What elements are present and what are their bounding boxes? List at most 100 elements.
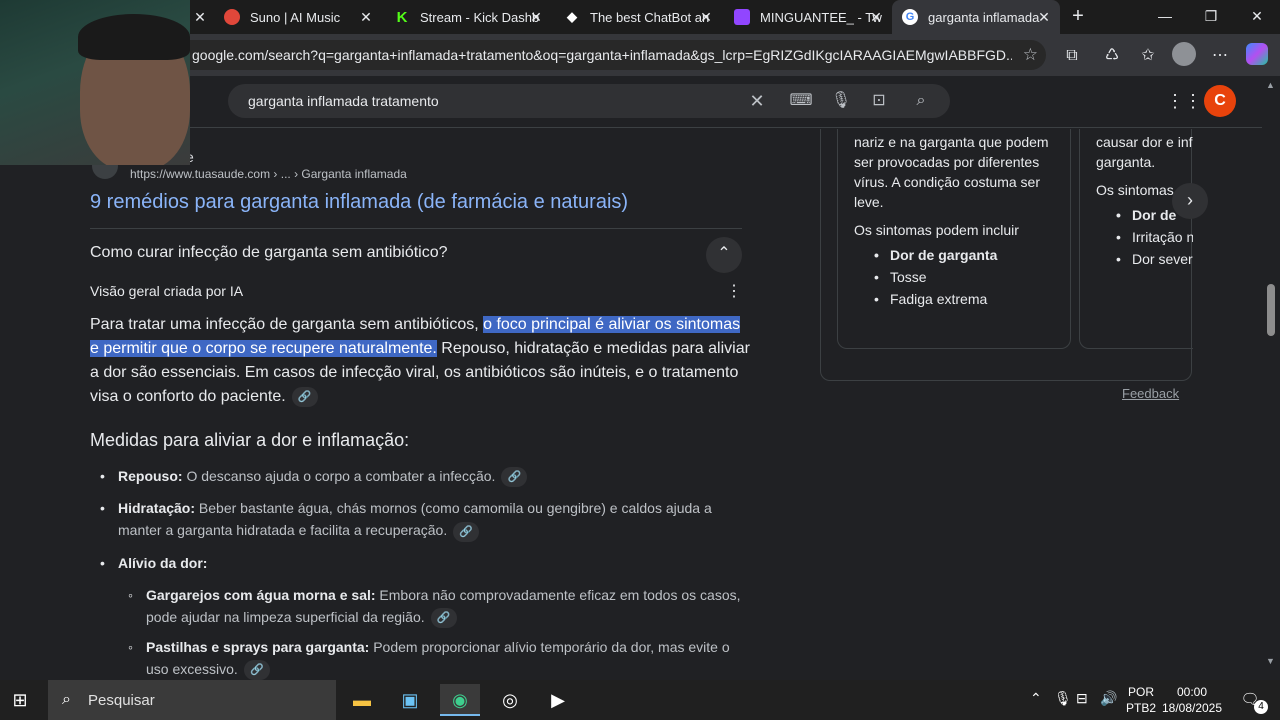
copilot-icon[interactable] [1246, 43, 1268, 65]
google-search-box[interactable]: garganta inflamada tratamento ✕ ⌨ 🎙 ⊡ ⌕ [228, 84, 950, 118]
link-icon[interactable]: 🔗 [291, 386, 318, 407]
info-card[interactable]: nariz e na garganta que podem ser provoc… [837, 129, 1071, 349]
item-title: Gargarejos com água morna e sal: [146, 586, 376, 603]
chevron-up-icon[interactable]: ⌃ [706, 237, 742, 273]
browser-toolbar: google.com/search?q=garganta+inflamada+t… [0, 34, 1280, 76]
tab-google-active[interactable]: G garganta inflamada ✕ [892, 0, 1060, 34]
card-symptoms-intro: Os sintomas podem incluir [854, 222, 1019, 238]
list-item: Repouso: O descanso ajuda o corpo a comb… [90, 465, 750, 488]
para-text: Para tratar uma infecção de garganta sem… [90, 316, 484, 333]
divider [90, 228, 742, 229]
scroll-down-icon[interactable]: ▼ [1266, 656, 1275, 666]
webcam-overlay [0, 0, 190, 165]
tab-suno[interactable]: Suno | AI Music ✕ [214, 0, 382, 34]
obs-icon[interactable]: ◎ [490, 684, 530, 716]
minimize-button[interactable]: — [1142, 0, 1188, 34]
info-card[interactable]: causar dor e inf garganta. Os sintomas p… [1079, 129, 1193, 349]
item-title: Hidratação: [118, 500, 196, 517]
taskbar-search-placeholder: Pesquisar [88, 692, 155, 709]
item-title: Pastilhas e sprays para garganta: [146, 638, 370, 655]
restore-button[interactable]: ❐ [1188, 0, 1234, 34]
store-icon[interactable]: ▣ [390, 684, 430, 716]
link-icon[interactable]: 🔗 [430, 607, 457, 628]
more-menu-icon[interactable]: ⋯ [1206, 42, 1234, 70]
search-icon[interactable]: ⌕ [908, 88, 934, 114]
favorites-icon[interactable]: ✩ [1134, 42, 1162, 70]
source-url[interactable]: https://www.tuasaude.com › ... › Gargant… [130, 167, 407, 181]
clear-icon[interactable]: ✕ [744, 88, 770, 114]
link-icon[interactable]: 🔗 [243, 660, 270, 680]
chevron-up-icon[interactable]: ⌃ [1030, 690, 1042, 707]
windows-start-icon[interactable]: ⊞ [10, 690, 30, 710]
link-icon[interactable]: 🔗 [453, 521, 480, 542]
file-explorer-icon[interactable]: ▬ [342, 684, 382, 716]
tab-twitch[interactable]: MINGUANTEE_ - Twi ✕ [724, 0, 892, 34]
tab-label: Suno | AI Music [250, 9, 341, 25]
language-indicator[interactable]: POR PTB2 [1126, 684, 1156, 716]
scrollbar-thumb[interactable] [1267, 284, 1275, 336]
symptom-item: Fadiga extrema [854, 288, 1054, 310]
page-scrollbar[interactable]: ▲ ▼ [1262, 76, 1280, 680]
suno-icon [224, 9, 240, 25]
side-panel: nariz e na garganta que podem ser provoc… [820, 129, 1193, 381]
google-apps-icon[interactable]: ⋮⋮ [1166, 90, 1202, 112]
close-tab-icon[interactable]: ✕ [358, 9, 374, 25]
keyboard-icon[interactable]: ⌨ [788, 88, 814, 114]
ai-question[interactable]: Como curar infecção de garganta sem anti… [90, 244, 448, 262]
close-tab-icon[interactable]: ✕ [698, 9, 714, 25]
close-tab-icon[interactable]: ✕ [868, 9, 884, 25]
taskbar: ⊞ ⌕ Pesquisar ▬ ▣ ◉ ◎ ▶ ⌃ 🎙 ⊟ 🔊 POR PTB2… [0, 680, 1280, 720]
browser-profile-avatar[interactable] [1172, 42, 1196, 66]
close-tab-icon[interactable]: ✕ [192, 9, 208, 25]
symptom-item: Dor sever [1096, 248, 1193, 270]
search-results: e https://www.tuasaude.com › ... › Garga… [0, 129, 1262, 680]
search-icon: ⌕ [62, 691, 71, 708]
item-text: O descanso ajuda o corpo a combater a in… [182, 468, 496, 484]
list-item: Alívio da dor: [90, 552, 750, 574]
result-title-link[interactable]: 9 remédios para garganta inflamada (de f… [90, 191, 628, 214]
symptom-item: Irritação n [1096, 226, 1193, 248]
item-title: Repouso: [118, 468, 183, 484]
tab-kick[interactable]: K Stream - Kick Dashb ✕ [384, 0, 552, 34]
media-player-icon[interactable]: ▶ [538, 684, 578, 716]
volume-icon[interactable]: 🔊 [1100, 690, 1117, 707]
microphone-icon[interactable]: 🎙 [1054, 690, 1072, 707]
close-tab-icon[interactable]: ✕ [528, 9, 544, 25]
star-icon[interactable]: ☆ [1023, 45, 1038, 65]
card-text: causar dor e inf garganta. [1096, 134, 1193, 170]
item-title: Alívio da dor: [118, 554, 208, 571]
microphone-icon[interactable]: 🎙 [828, 88, 854, 114]
link-icon[interactable]: 🔗 [501, 467, 528, 488]
tab-chatbot[interactable]: ◆ The best ChatBot an ✕ [554, 0, 722, 34]
lens-icon[interactable]: ⊡ [866, 88, 892, 114]
language-code: POR [1128, 685, 1155, 699]
search-query: garganta inflamada tratamento [248, 93, 439, 109]
close-tab-icon[interactable]: ✕ [1036, 9, 1052, 25]
tab-label: garganta inflamada [928, 9, 1040, 25]
google-account-avatar[interactable]: C [1204, 85, 1236, 117]
browser-essentials-icon[interactable]: ♺ [1098, 42, 1126, 70]
clock[interactable]: 00:00 18/08/2025 [1160, 684, 1224, 716]
tab-label: MINGUANTEE_ - Twi [760, 9, 882, 25]
taskbar-search[interactable]: ⌕ Pesquisar [48, 680, 336, 720]
extensions-icon[interactable]: ⧉ [1058, 42, 1086, 70]
person-image [78, 14, 190, 60]
more-options-icon[interactable]: ⋮ [726, 281, 742, 301]
url-text: google.com/search?q=garganta+inflamada+t… [192, 47, 1012, 63]
google-icon: G [902, 9, 918, 25]
scroll-up-icon[interactable]: ▲ [1266, 80, 1275, 90]
chevron-right-icon[interactable]: › [1172, 183, 1208, 219]
address-bar[interactable]: google.com/search?q=garganta+inflamada+t… [176, 40, 1046, 70]
symptom-item: Tosse [854, 266, 1054, 288]
card-text: nariz e na garganta que podem ser provoc… [854, 134, 1049, 210]
section-heading: Medidas para aliviar a dor e inflamação: [90, 430, 410, 450]
chatbot-icon: ◆ [567, 9, 577, 24]
edge-icon[interactable]: ◉ [440, 684, 480, 716]
symptom-item: Dor de garganta [854, 244, 1054, 266]
keyboard-layout: PTB2 [1126, 701, 1157, 715]
network-icon[interactable]: ⊟ [1076, 690, 1088, 707]
sub-list-item: Gargarejos com água morna e sal: Embora … [90, 584, 750, 628]
close-window-button[interactable]: ✕ [1234, 0, 1280, 34]
feedback-link[interactable]: Feedback [1122, 386, 1179, 401]
new-tab-button[interactable]: + [1066, 5, 1090, 29]
